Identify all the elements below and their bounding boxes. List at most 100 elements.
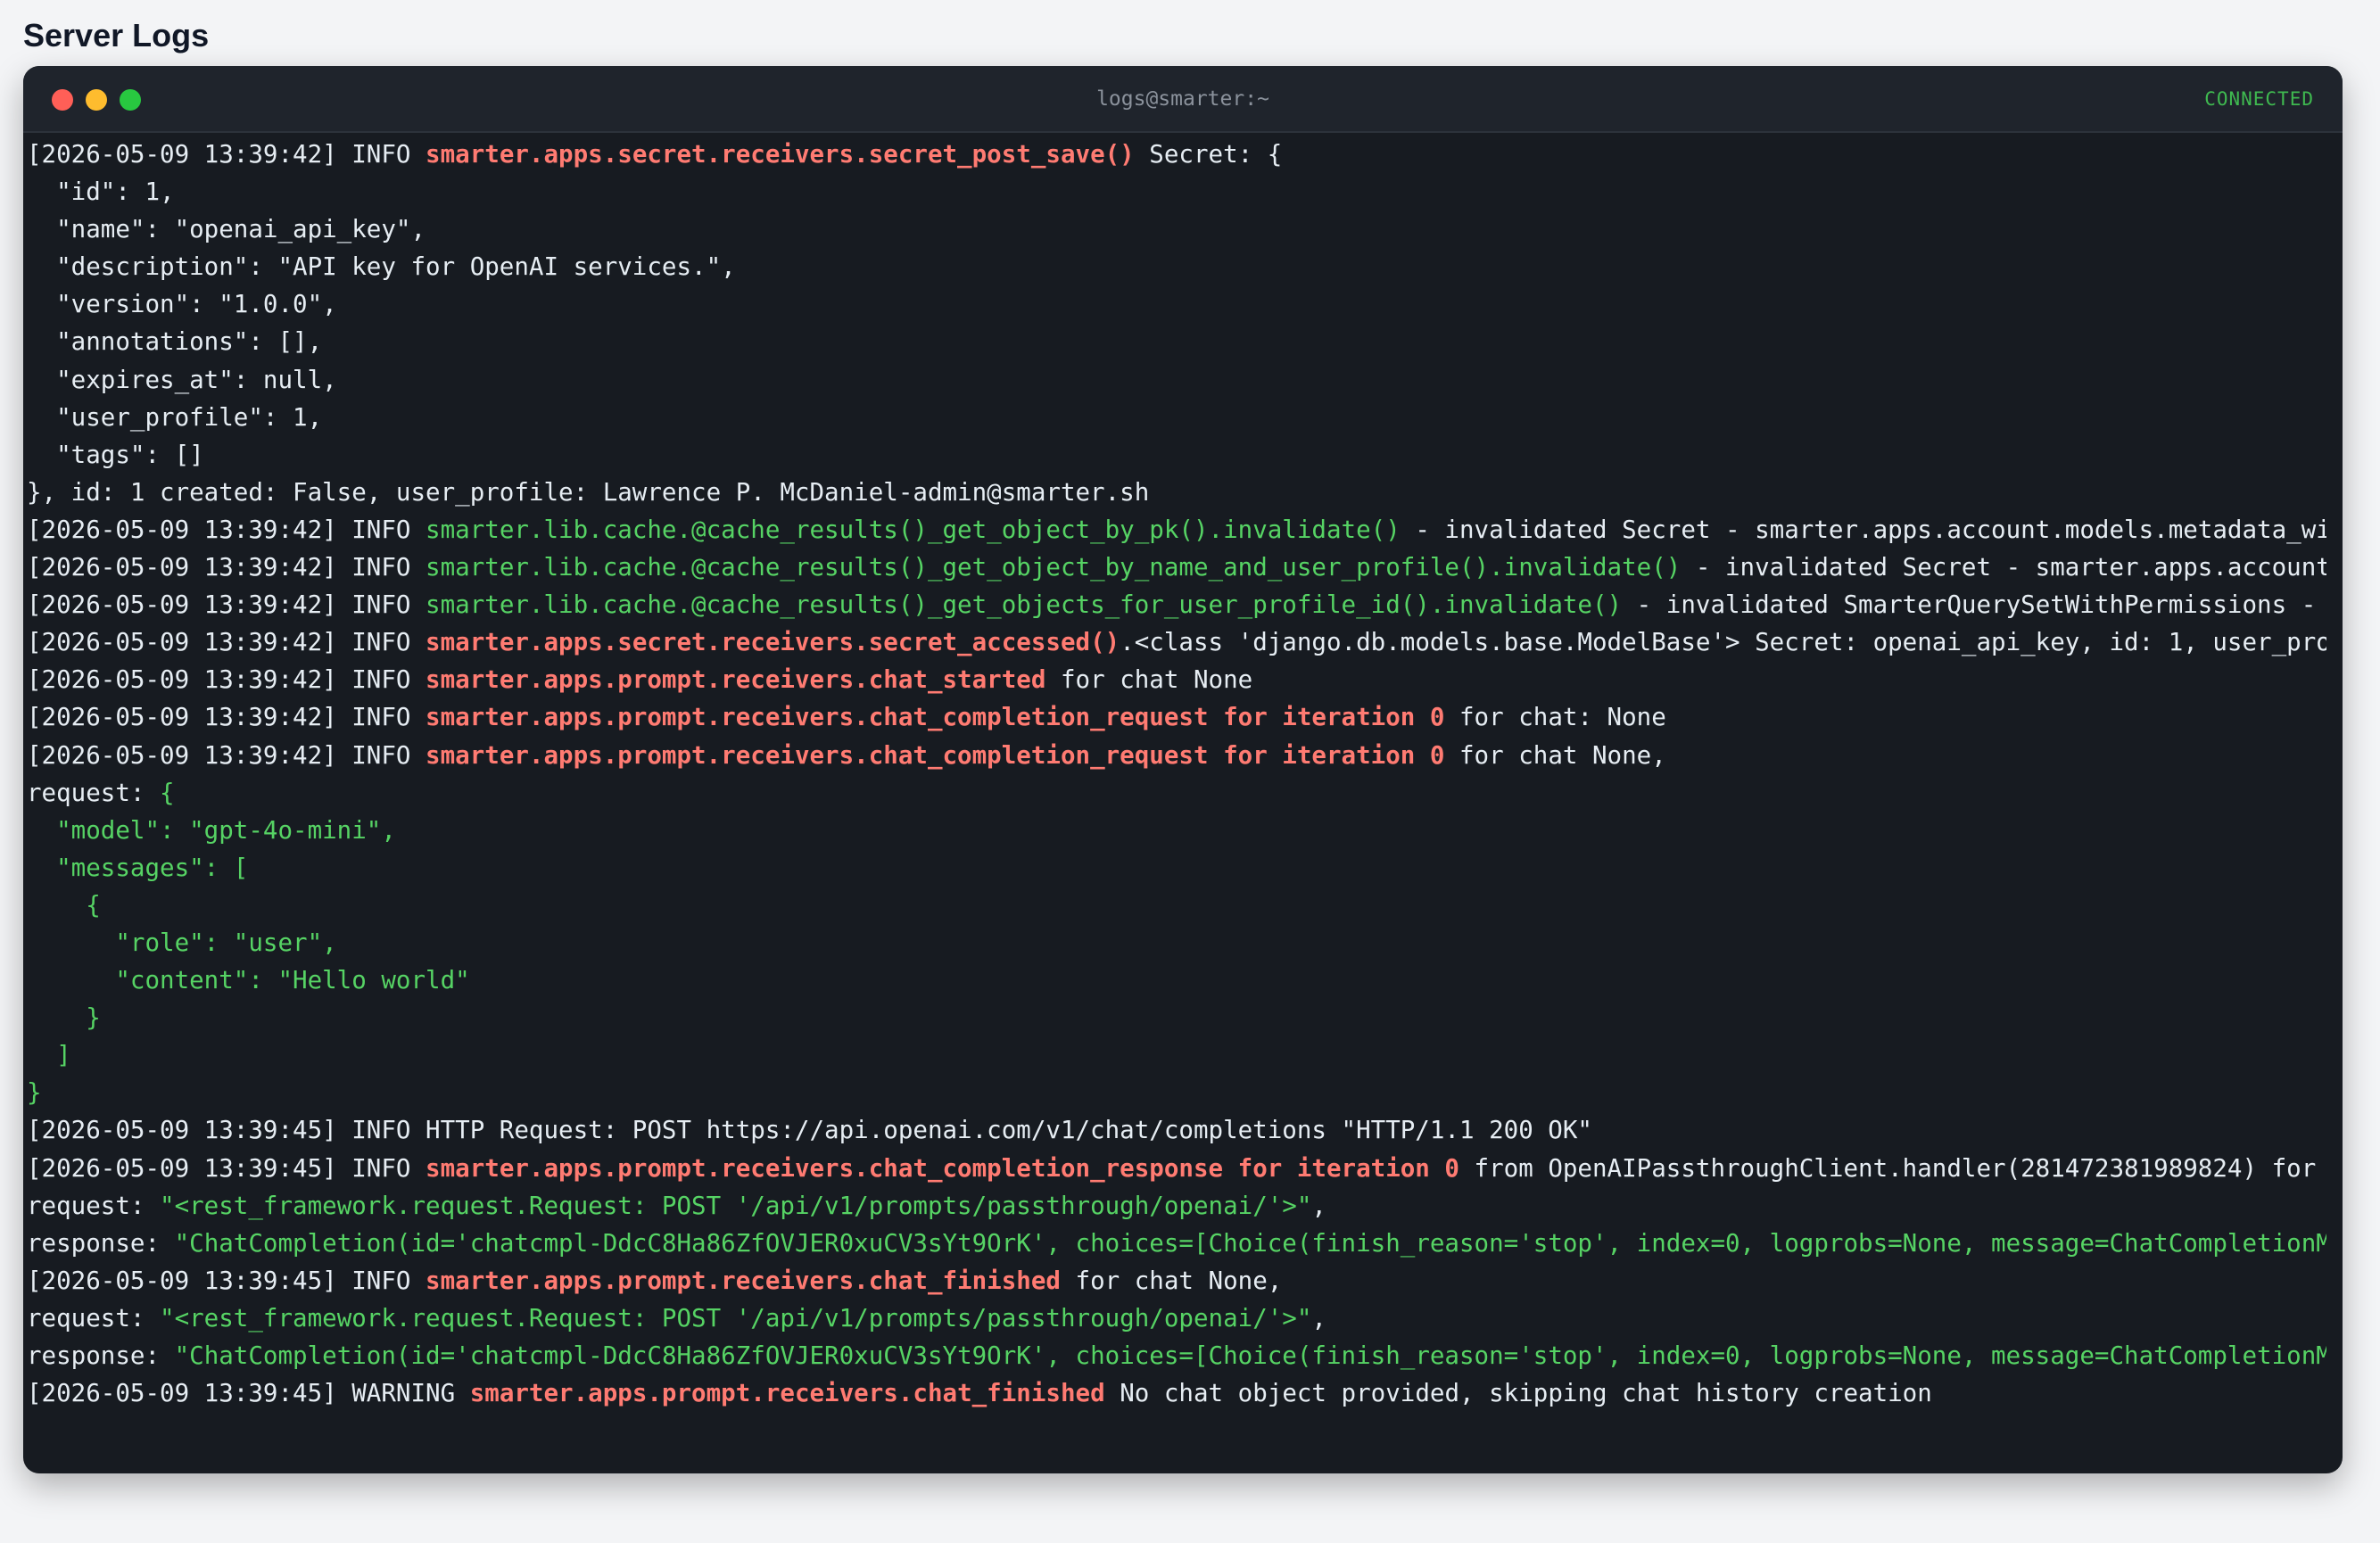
log-payload: "content": "Hello world" xyxy=(27,966,470,995)
log-text: request: xyxy=(27,1191,161,1220)
log-line: [2026-05-09 13:39:45] INFO smarter.apps.… xyxy=(27,1262,2326,1300)
log-line: "tags": [] xyxy=(27,436,2326,474)
log-text: for chat None xyxy=(1045,665,1253,695)
log-text: - invalidated Secret - smarter.apps.acco… xyxy=(1695,553,2326,582)
log-line: request: "<rest_framework.request.Reques… xyxy=(27,1187,2326,1225)
log-line: "user_profile": 1, xyxy=(27,399,2326,436)
log-text: - invalidated Secret - smarter.apps.acco… xyxy=(1415,515,2326,544)
log-text: [2026-05-09 13:39:45] INFO xyxy=(27,1266,426,1295)
log-line: [2026-05-09 13:39:45] WARNING smarter.ap… xyxy=(27,1374,2326,1412)
log-text: [2026-05-09 13:39:45] INFO xyxy=(27,1153,426,1183)
log-text: for chat: None xyxy=(1444,703,1666,732)
log-text: [2026-05-09 13:39:42] INFO xyxy=(27,703,426,732)
log-text: }, id: 1 created: False, user_profile: L… xyxy=(27,477,1150,507)
log-line: "name": "openai_api_key", xyxy=(27,210,2326,248)
log-text: No chat object provided, skipping chat h… xyxy=(1104,1379,1932,1408)
log-text: [2026-05-09 13:39:42] INFO xyxy=(27,628,426,657)
log-text: for chat None, xyxy=(1444,740,1666,770)
log-text: "expires_at": null, xyxy=(27,365,337,394)
log-line: "model": "gpt-4o-mini", xyxy=(27,812,2326,849)
log-text: [2026-05-09 13:39:42] INFO xyxy=(27,140,426,169)
log-text: , xyxy=(1311,1303,1326,1333)
log-text: response: xyxy=(27,1341,175,1370)
log-source: smarter.apps.secret.receivers.secret_pos… xyxy=(426,140,1135,169)
log-payload: "role": "user", xyxy=(27,928,337,957)
log-line: } xyxy=(27,999,2326,1036)
log-text: - invalidated SmarterQuerySetWithPermiss… xyxy=(1636,590,2317,620)
log-payload: "ChatCompletion(id='chatcmpl-DdcC8Ha86Zf… xyxy=(174,1341,2326,1370)
log-text: "version": "1.0.0", xyxy=(27,290,337,319)
log-line: request: { xyxy=(27,774,2326,812)
log-line: "description": "API key for OpenAI servi… xyxy=(27,248,2326,285)
log-output[interactable]: [2026-05-09 13:39:42] INFO smarter.apps.… xyxy=(27,136,2326,1456)
log-payload: "<rest_framework.request.Request: POST '… xyxy=(160,1303,1312,1333)
log-payload: "<rest_framework.request.Request: POST '… xyxy=(160,1191,1312,1220)
log-text: "user_profile": 1, xyxy=(27,402,323,432)
log-line: "content": "Hello world" xyxy=(27,961,2326,999)
log-line: "role": "user", xyxy=(27,924,2326,961)
log-text: [2026-05-09 13:39:42] INFO xyxy=(27,590,426,620)
log-text: "tags": [] xyxy=(27,440,204,469)
log-text: .<class 'django.db.models.base.ModelBase… xyxy=(1120,628,2326,657)
log-line: [2026-05-09 13:39:42] INFO smarter.lib.c… xyxy=(27,511,2326,549)
log-line: response: "ChatCompletion(id='chatcmpl-D… xyxy=(27,1225,2326,1262)
log-text: [2026-05-09 13:39:42] INFO xyxy=(27,515,426,544)
log-line: response: "ChatCompletion(id='chatcmpl-D… xyxy=(27,1337,2326,1374)
log-payload: smarter.lib.cache.@cache_results()_get_o… xyxy=(426,515,1401,544)
log-source: smarter.apps.secret.receivers.secret_acc… xyxy=(426,628,1120,657)
log-line: } xyxy=(27,1074,2326,1111)
log-text: [2026-05-09 13:39:42] INFO xyxy=(27,665,426,695)
log-text: [2026-05-09 13:39:42] INFO xyxy=(27,553,426,582)
log-source: smarter.apps.prompt.receivers.chat_compl… xyxy=(426,1153,1459,1183)
log-text: [2026-05-09 13:39:42] INFO xyxy=(27,740,426,770)
log-line: { xyxy=(27,887,2326,924)
log-line: [2026-05-09 13:39:42] INFO smarter.lib.c… xyxy=(27,549,2326,586)
log-line: [2026-05-09 13:39:45] INFO HTTP Request:… xyxy=(27,1111,2326,1149)
log-source: smarter.apps.prompt.receivers.chat_start… xyxy=(426,665,1046,695)
log-line: "version": "1.0.0", xyxy=(27,285,2326,323)
log-line: [2026-05-09 13:39:42] INFO smarter.apps.… xyxy=(27,623,2326,661)
log-line: }, id: 1 created: False, user_profile: L… xyxy=(27,474,2326,511)
log-source: smarter.apps.prompt.receivers.chat_finis… xyxy=(426,1266,1061,1295)
log-source: smarter.apps.prompt.receivers.chat_compl… xyxy=(426,740,1445,770)
log-text: request: xyxy=(27,778,161,807)
connection-status: CONNECTED xyxy=(2204,88,2314,110)
log-text: [2026-05-09 13:39:45] INFO HTTP Request:… xyxy=(27,1116,1592,1145)
log-text: [2026-05-09 13:39:45] WARNING xyxy=(27,1379,470,1408)
log-source: smarter.apps.prompt.receivers.chat_compl… xyxy=(426,703,1445,732)
log-text: Secret: { xyxy=(1134,140,1283,169)
log-text: "id": 1, xyxy=(27,177,175,207)
log-payload: { xyxy=(27,890,101,920)
log-line: [2026-05-09 13:39:42] INFO smarter.apps.… xyxy=(27,737,2326,774)
log-payload: } xyxy=(27,1003,101,1033)
log-line: [2026-05-09 13:39:42] INFO smarter.apps.… xyxy=(27,661,2326,698)
log-text: "name": "openai_api_key", xyxy=(27,215,426,244)
log-line: ] xyxy=(27,1036,2326,1074)
log-line: request: "<rest_framework.request.Reques… xyxy=(27,1300,2326,1337)
log-payload: smarter.lib.cache.@cache_results()_get_o… xyxy=(426,553,1682,582)
page-title: Server Logs xyxy=(23,17,210,54)
log-line: [2026-05-09 13:39:42] INFO smarter.lib.c… xyxy=(27,586,2326,623)
log-line: [2026-05-09 13:39:45] INFO smarter.apps.… xyxy=(27,1150,2326,1187)
log-line: [2026-05-09 13:39:42] INFO smarter.apps.… xyxy=(27,136,2326,173)
terminal-titlebar: logs@smarter:~ CONNECTED xyxy=(23,66,2343,133)
log-text: response: xyxy=(27,1228,175,1258)
log-text: "description": "API key for OpenAI servi… xyxy=(27,252,736,282)
log-payload: "model": "gpt-4o-mini", xyxy=(27,815,396,845)
log-source: smarter.apps.prompt.receivers.chat_finis… xyxy=(469,1379,1105,1408)
log-payload: { xyxy=(160,778,175,807)
log-text: , xyxy=(1311,1191,1326,1220)
log-payload: "messages": [ xyxy=(27,853,249,882)
log-line: "id": 1, xyxy=(27,173,2326,210)
log-payload: ] xyxy=(27,1041,71,1070)
terminal-title: logs@smarter:~ xyxy=(1096,87,1269,111)
log-line: "expires_at": null, xyxy=(27,361,2326,399)
log-line: "annotations": [], xyxy=(27,323,2326,360)
log-text: for chat None, xyxy=(1060,1266,1283,1295)
log-payload: "ChatCompletion(id='chatcmpl-DdcC8Ha86Zf… xyxy=(174,1228,2326,1258)
log-text: from OpenAIPassthroughClient.handler(281… xyxy=(1459,1153,2326,1183)
log-line: [2026-05-09 13:39:42] INFO smarter.apps.… xyxy=(27,698,2326,736)
log-text: "annotations": [], xyxy=(27,327,323,357)
log-payload: } xyxy=(27,1078,42,1108)
log-payload: smarter.lib.cache.@cache_results()_get_o… xyxy=(426,590,1623,620)
